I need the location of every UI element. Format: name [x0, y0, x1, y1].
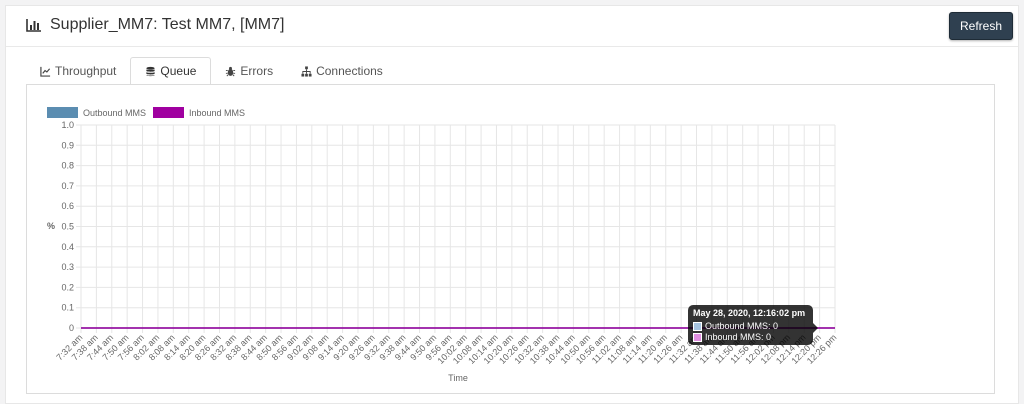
- legend-swatch-1: [153, 107, 184, 118]
- y-tick-label: 1.0: [61, 120, 74, 130]
- chart-tooltip: May 28, 2020, 12:16:02 pm Outbound MMS: …: [688, 305, 813, 345]
- tooltip-row-outbound: Outbound MMS: 0: [693, 321, 808, 332]
- tooltip-row-inbound: Inbound MMS: 0: [693, 332, 808, 343]
- legend-label-0: Outbound MMS: [83, 108, 146, 118]
- tooltip-arrow: [813, 323, 818, 333]
- tooltip-label-inbound: Inbound MMS: 0: [705, 332, 772, 342]
- y-tick-label: 0.2: [61, 282, 74, 292]
- panel-header: Supplier_MM7: Test MM7, [MM7] Refresh: [6, 6, 1018, 47]
- queue-panel: Supplier_MM7: Test MM7, [MM7] Refresh Th…: [5, 5, 1019, 404]
- tab-label: Connections: [316, 64, 383, 78]
- tab-throughput[interactable]: Throughput: [26, 57, 130, 85]
- refresh-button[interactable]: Refresh: [949, 12, 1013, 40]
- y-tick-label: 0.1: [61, 303, 74, 313]
- tooltip-swatch-outbound: [693, 322, 702, 331]
- tab-label: Errors: [240, 64, 274, 78]
- tab-label: Queue: [160, 64, 197, 78]
- bug-icon: [226, 66, 236, 76]
- tab-errors[interactable]: Errors: [211, 57, 287, 85]
- y-tick-label: 0.5: [61, 222, 74, 232]
- tooltip-swatch-inbound: [693, 333, 702, 342]
- tab-label: Throughput: [55, 64, 117, 78]
- tab-bar: Throughput Queue Errors Connections: [26, 57, 397, 85]
- sitemap-icon: [301, 65, 312, 77]
- page-title: Supplier_MM7: Test MM7, [MM7]: [50, 16, 285, 33]
- queue-chart: Outbound MMS Inbound MMS 0 0.1 0.2 0.3 0.4 0.5 0…: [47, 107, 838, 383]
- bar-chart-icon: [26, 19, 41, 32]
- tooltip-label-outbound: Outbound MMS: 0: [705, 321, 779, 331]
- tooltip-title: May 28, 2020, 12:16:02 pm: [693, 308, 806, 318]
- tab-connections[interactable]: Connections: [287, 57, 397, 85]
- y-tick-label: 0.7: [61, 181, 74, 191]
- y-tick-label: 0.3: [61, 262, 74, 272]
- legend-label-1: Inbound MMS: [189, 108, 245, 118]
- x-axis-label: Time: [448, 373, 468, 383]
- tab-queue[interactable]: Queue: [130, 57, 212, 85]
- legend-swatch-0: [47, 107, 78, 118]
- title-wrap: Supplier_MM7: Test MM7, [MM7]: [26, 16, 284, 34]
- line-chart-icon: [40, 66, 51, 77]
- y-tick-label: 0.8: [61, 161, 74, 171]
- database-icon: [146, 66, 156, 76]
- y-tick-label: 0.4: [61, 242, 74, 252]
- y-tick-label: 0: [69, 323, 74, 333]
- y-tick-label: 0.9: [61, 140, 74, 150]
- y-axis-label: %: [47, 221, 55, 231]
- y-tick-label: 0.6: [61, 201, 74, 211]
- chart-container: Outbound MMS Inbound MMS 0 0.1 0.2 0.3 0.4 0.5 0…: [26, 84, 995, 394]
